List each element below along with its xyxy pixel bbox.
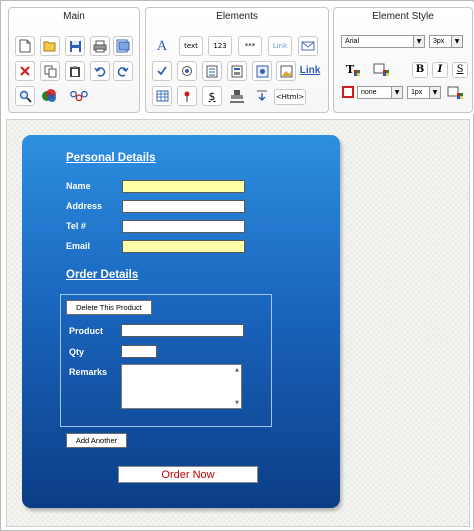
qty-input[interactable] <box>121 345 157 358</box>
underline-button[interactable]: S <box>452 62 468 78</box>
order-details-title: Order Details <box>66 269 139 281</box>
html-icon[interactable]: <Html> <box>274 89 306 105</box>
design-canvas[interactable]: Personal Details Name Address Tel # Emai… <box>6 119 470 527</box>
chevron-down-icon: ▼ <box>451 36 462 47</box>
element-style-group-title: Element Style <box>372 11 434 22</box>
email-icon[interactable] <box>298 36 318 56</box>
password-tool-text: *** <box>244 41 256 50</box>
border-style-select[interactable]: none ▼ <box>357 86 403 99</box>
paste-icon[interactable] <box>65 61 85 81</box>
tel-input[interactable] <box>122 220 245 233</box>
chevron-down-icon: ▼ <box>391 87 402 98</box>
remarks-textarea[interactable]: ▲ ▼ <box>121 364 242 409</box>
email-label: Email <box>66 241 91 251</box>
number-tool-text: 123 <box>213 41 227 50</box>
form-panel[interactable]: Personal Details Name Address Tel # Emai… <box>22 135 340 508</box>
main-group: Main <box>8 7 140 113</box>
label-tool-text: A <box>157 38 167 54</box>
table-icon[interactable] <box>152 86 172 106</box>
list-icon[interactable] <box>202 61 222 81</box>
delete-product-button[interactable]: Delete This Product <box>66 300 152 315</box>
background-color-icon[interactable] <box>372 60 392 80</box>
font-family-value: Arial <box>345 38 360 45</box>
tel-label: Tel # <box>66 221 86 231</box>
text-color-icon[interactable]: T <box>343 60 363 80</box>
link-tool-text: Link <box>272 41 288 50</box>
border-width-select[interactable]: 1px ▼ <box>407 86 441 99</box>
toolbar: Main Elements A text 123 *** Link Link $… <box>2 2 474 114</box>
elements-group-title: Elements <box>216 11 258 22</box>
scroll-up-icon[interactable]: ▲ <box>235 367 239 373</box>
font-size-select[interactable]: 3px ▼ <box>429 35 463 48</box>
save-icon[interactable] <box>65 36 85 56</box>
name-input[interactable] <box>122 180 245 193</box>
remarks-label: Remarks <box>69 367 108 377</box>
delete-icon[interactable] <box>15 61 35 81</box>
order-now-button[interactable]: Order Now <box>118 466 258 483</box>
order-product-box: Delete This Product Product Qty Remarks … <box>60 294 272 427</box>
email-input[interactable] <box>122 240 245 253</box>
open-folder-icon[interactable] <box>40 36 60 56</box>
product-input[interactable] <box>121 324 244 337</box>
italic-label: I <box>437 64 443 75</box>
italic-button[interactable]: I <box>432 62 448 78</box>
svg-text:T: T <box>346 63 355 76</box>
font-family-select[interactable]: Arial ▼ <box>341 35 425 48</box>
border-color-icon[interactable] <box>342 86 354 98</box>
form-icon[interactable] <box>227 61 247 81</box>
html-tool-text: <Html> <box>275 92 305 101</box>
radio-icon[interactable] <box>177 61 197 81</box>
checkbox-icon[interactable] <box>152 61 172 81</box>
find-icon[interactable] <box>15 86 35 106</box>
underline-label: S <box>456 64 464 75</box>
scroll-down-icon[interactable]: ▼ <box>235 400 239 406</box>
pin-icon[interactable] <box>177 86 197 106</box>
element-style-group: Element Style Arial ▼ 3px ▼ T B I S none… <box>333 7 473 113</box>
bold-button[interactable]: B <box>412 62 428 78</box>
add-another-button[interactable]: Add Another <box>66 433 127 448</box>
qty-label: Qty <box>69 347 85 357</box>
group-icon[interactable] <box>69 86 89 106</box>
copy-icon[interactable] <box>40 61 60 81</box>
chevron-down-icon: ▼ <box>413 36 424 47</box>
address-input[interactable] <box>122 200 245 213</box>
password-field-icon[interactable]: *** <box>238 36 262 56</box>
fill-color-icon[interactable] <box>446 83 466 103</box>
border-style-value: none <box>361 89 377 96</box>
dropdown-icon[interactable] <box>252 86 272 106</box>
print-preview-icon[interactable] <box>113 36 133 56</box>
app-window: Main Elements A text 123 *** Link Link $… <box>0 0 474 531</box>
bold-label: B <box>415 64 425 75</box>
text-field-icon[interactable]: text <box>179 36 203 56</box>
undo-icon[interactable] <box>90 61 110 81</box>
image-icon[interactable] <box>276 61 296 81</box>
link-text-icon[interactable]: Link <box>298 61 322 81</box>
border-width-value: 1px <box>411 89 423 96</box>
address-label: Address <box>66 201 103 211</box>
personal-details-title: Personal Details <box>66 152 156 164</box>
print-icon[interactable] <box>90 36 110 56</box>
link-text-tool-text: Link <box>299 65 321 76</box>
dollar-icon[interactable]: $ <box>202 86 222 106</box>
link-button-icon[interactable]: Link <box>268 36 292 56</box>
font-size-value: 3px <box>433 38 445 45</box>
image-field-icon[interactable] <box>252 61 272 81</box>
chevron-down-icon: ▼ <box>429 87 440 98</box>
number-field-icon[interactable]: 123 <box>208 36 232 56</box>
elements-group: Elements A text 123 *** Link Link $ <Htm… <box>145 7 329 113</box>
label-icon[interactable]: A <box>152 36 172 56</box>
colors-icon[interactable] <box>40 86 60 106</box>
name-label: Name <box>66 181 91 191</box>
stamp-icon[interactable] <box>227 86 247 106</box>
product-label: Product <box>69 326 104 336</box>
redo-icon[interactable] <box>113 61 133 81</box>
text-tool-text: text <box>184 41 198 50</box>
new-document-icon[interactable] <box>15 36 35 56</box>
main-group-title: Main <box>63 11 85 22</box>
